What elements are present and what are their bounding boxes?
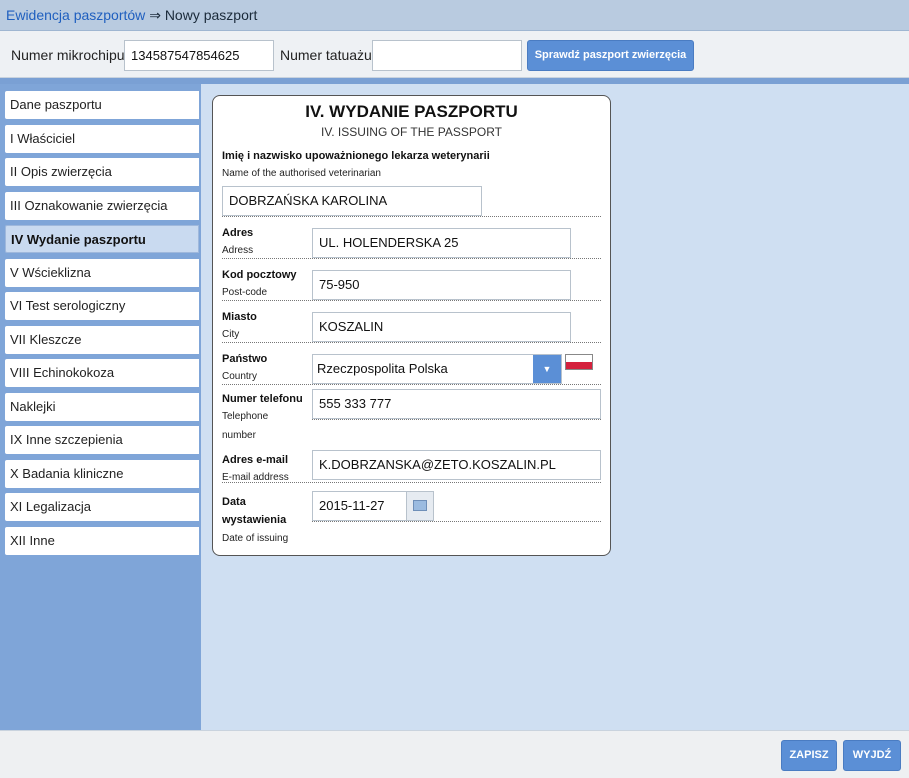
divider: [222, 482, 601, 483]
country-select-value: Rzeczpospolita Polska: [317, 361, 448, 376]
breadcrumb: Ewidencja paszportów ⇒ Nowy paszport: [0, 0, 909, 31]
date-label: Data: [222, 496, 246, 508]
sidebar-item[interactable]: XI Legalizacja: [5, 493, 199, 521]
calendar-icon: [413, 500, 427, 511]
sidebar-item[interactable]: II Opis zwierzęcia: [5, 158, 199, 186]
city-label: Miasto: [222, 311, 257, 323]
tattoo-label: Numer tatuażu: [280, 47, 372, 63]
address-label: Adres: [222, 227, 254, 239]
breadcrumb-current: Nowy paszport: [164, 7, 258, 23]
check-passport-button[interactable]: Sprawdź paszport zwierzęcia: [527, 40, 694, 71]
sidebar-item[interactable]: XII Inne: [5, 527, 199, 555]
footer-bar: [0, 730, 909, 778]
date-sublabel: Date of issuing: [222, 533, 289, 544]
passport-issuing-form: IV. WYDANIE PASZPORTU IV. ISSUING OF THE…: [212, 95, 611, 556]
address-sublabel: Adress: [222, 245, 254, 256]
country-sublabel: Country: [222, 371, 258, 382]
sidebar-item[interactable]: Naklejki: [5, 393, 199, 421]
divider: [222, 258, 601, 259]
issue-date-input[interactable]: 2015-11-27: [312, 491, 407, 521]
save-button[interactable]: ZAPISZ: [781, 740, 837, 771]
sidebar-item[interactable]: VII Kleszcze: [5, 326, 199, 354]
country-select[interactable]: Rzeczpospolita Polska ▼: [312, 354, 562, 384]
poland-flag-icon: [565, 354, 593, 370]
microchip-input[interactable]: 134587547854625: [124, 40, 274, 71]
sidebar-item[interactable]: VIII Echinokokoza: [5, 359, 199, 387]
divider: [222, 384, 601, 385]
date-picker-button[interactable]: [406, 491, 434, 521]
address-input[interactable]: UL. HOLENDERSKA 25: [312, 228, 571, 258]
divider: [312, 419, 601, 420]
divider: [222, 216, 601, 217]
breadcrumb-separator: ⇒: [149, 7, 161, 23]
postcode-input[interactable]: 75-950: [312, 270, 571, 300]
sidebar-item[interactable]: III Oznakowanie zwierzęcia: [5, 192, 199, 220]
date-label-2: wystawienia: [222, 514, 287, 526]
postcode-label: Kod pocztowy: [222, 269, 297, 281]
city-sublabel: City: [222, 329, 240, 340]
vet-name-sublabel: Name of the authorised veterinarian: [222, 168, 381, 179]
divider: [312, 521, 601, 522]
sidebar-item[interactable]: VI Test serologiczny: [5, 292, 199, 320]
email-label: Adres e-mail: [222, 454, 289, 466]
sidebar-item[interactable]: V Wścieklizna: [5, 259, 199, 287]
vet-name-input[interactable]: DOBRZAŃSKA KAROLINA: [222, 186, 482, 216]
divider: [222, 342, 601, 343]
form-title: IV. WYDANIE PASZPORTU: [305, 102, 518, 121]
phone-sublabel: Telephone: [222, 411, 269, 422]
sidebar-item[interactable]: Dane paszportu: [5, 91, 199, 119]
city-input[interactable]: KOSZALIN: [312, 312, 571, 342]
phone-input[interactable]: 555 333 777: [312, 389, 601, 419]
email-input[interactable]: K.DOBRZANSKA@ZETO.KOSZALIN.PL: [312, 450, 601, 480]
search-bar: Numer mikrochipu 134587547854625 Numer t…: [0, 31, 909, 78]
divider: [222, 300, 601, 301]
vet-name-label: Imię i nazwisko upoważnionego lekarza we…: [222, 150, 490, 162]
phone-sublabel-2: number: [222, 430, 256, 441]
sidebar-item[interactable]: IX Inne szczepienia: [5, 426, 199, 454]
postcode-sublabel: Post-code: [222, 287, 268, 298]
phone-label: Numer telefonu: [222, 393, 303, 405]
sidebar-item[interactable]: IV Wydanie paszportu: [5, 225, 199, 253]
microchip-label: Numer mikrochipu: [11, 47, 125, 63]
breadcrumb-link-passports[interactable]: Ewidencja paszportów: [6, 7, 145, 23]
exit-button[interactable]: WYJDŹ: [843, 740, 901, 771]
sidebar-item[interactable]: X Badania kliniczne: [5, 460, 199, 488]
form-subtitle: IV. ISSUING OF THE PASSPORT: [321, 125, 502, 139]
chevron-down-icon[interactable]: ▼: [533, 355, 561, 383]
tattoo-input[interactable]: [372, 40, 522, 71]
sidebar-item[interactable]: I Właściciel: [5, 125, 199, 153]
country-label: Państwo: [222, 353, 268, 365]
